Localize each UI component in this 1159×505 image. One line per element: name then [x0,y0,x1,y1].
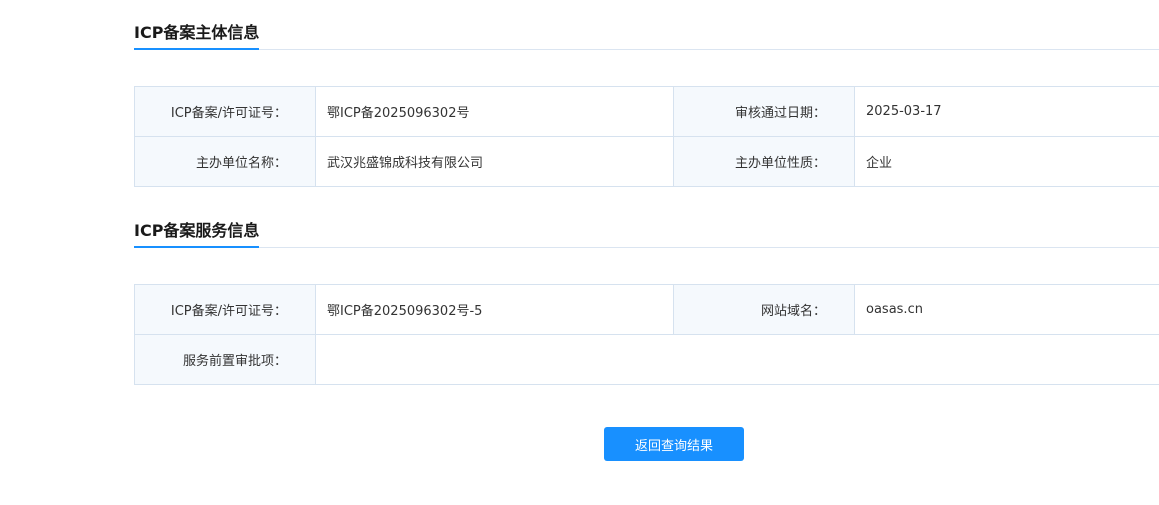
domain-value: oasas.cn [854,284,1159,335]
table-row: ICP备案/许可证号： 鄂ICP备2025096302号 审核通过日期： 202… [134,86,1159,137]
pre-approval-value [315,334,1159,385]
organizer-type-value: 企业 [854,136,1159,187]
icp-detail-page: ICP备案主体信息 ICP备案/许可证号： 鄂ICP备2025096302号 审… [0,0,1159,505]
license-number-label: ICP备案/许可证号： [134,86,316,137]
service-license-value: 鄂ICP备2025096302号-5 [315,284,674,335]
pre-approval-label: 服务前置审批项： [134,334,316,385]
service-license-label: ICP备案/许可证号： [134,284,316,335]
back-to-results-button[interactable]: 返回查询结果 [604,427,744,461]
organizer-name-label: 主办单位名称： [134,136,316,187]
table-row: ICP备案/许可证号： 鄂ICP备2025096302号-5 网站域名： oas… [134,284,1159,335]
approval-date-value: 2025-03-17 [854,86,1159,137]
domain-label: 网站域名： [673,284,855,335]
table-row: 服务前置审批项： [134,334,1159,385]
subject-section-title: ICP备案主体信息 [134,22,260,50]
service-info-table: ICP备案/许可证号： 鄂ICP备2025096302号-5 网站域名： oas… [134,284,1159,385]
service-section-title: ICP备案服务信息 [134,220,260,248]
organizer-type-label: 主办单位性质： [673,136,855,187]
subject-section-header: ICP备案主体信息 [134,22,1159,50]
license-number-value: 鄂ICP备2025096302号 [315,86,674,137]
approval-date-label: 审核通过日期： [673,86,855,137]
service-section-header: ICP备案服务信息 [134,220,1159,248]
table-row: 主办单位名称： 武汉兆盛锦成科技有限公司 主办单位性质： 企业 [134,136,1159,187]
organizer-name-value: 武汉兆盛锦成科技有限公司 [315,136,674,187]
subject-info-table: ICP备案/许可证号： 鄂ICP备2025096302号 审核通过日期： 202… [134,86,1159,187]
